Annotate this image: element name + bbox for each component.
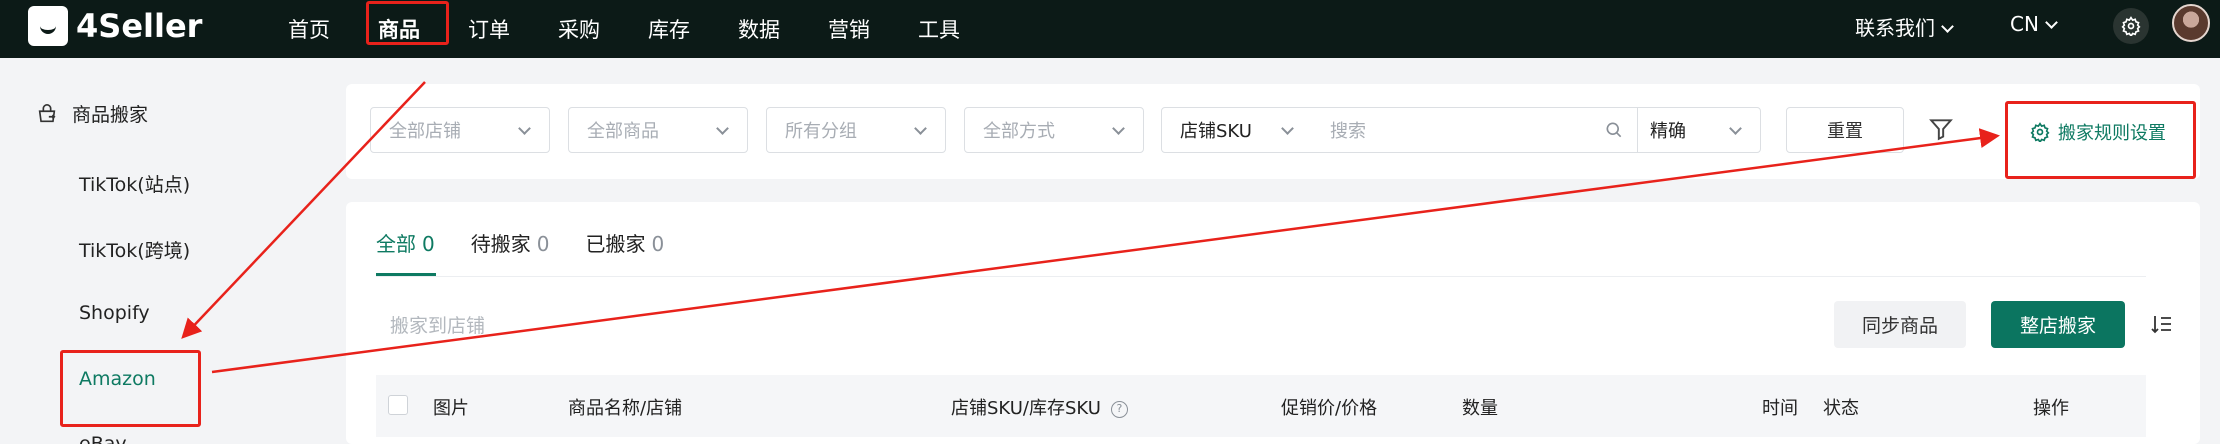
annotation-box-rule-settings (2005, 101, 2196, 179)
match-mode-select[interactable]: 精确 (1637, 107, 1761, 153)
top-nav: 4Seller 首页 商品 订单 采购 库存 数据 营销 工具 联系我们 CN (0, 0, 2220, 58)
store-filter-value: 全部店铺 (389, 121, 461, 142)
column-header-sku: 店铺SKU/库存SKU? (951, 394, 1128, 420)
logo-icon (28, 6, 68, 46)
column-header-quantity: 数量 (1462, 398, 1498, 419)
chevron-down-icon (716, 122, 729, 135)
brand-logo[interactable]: 4Seller (28, 6, 202, 46)
gear-icon (2121, 16, 2141, 36)
status-tabs: 全部 0 待搬家 0 已搬家 0 (376, 228, 700, 257)
column-header-price: 促销价/价格 (1281, 398, 1378, 419)
chevron-down-icon (1281, 122, 1294, 135)
contact-menu[interactable]: 联系我们 (1855, 12, 1954, 41)
sidebar-section-product-move[interactable]: 商品搬家 (36, 100, 148, 127)
brand-name: 4Seller (76, 7, 203, 45)
chevron-down-icon (2045, 16, 2058, 29)
search-input[interactable]: 搜索 (1312, 107, 1638, 153)
tab-all-label: 全部 (376, 232, 416, 256)
column-header-status: 状态 (1823, 398, 1859, 419)
tab-pending-count: 0 (536, 232, 550, 256)
chevron-down-icon (914, 122, 927, 135)
contact-label: 联系我们 (1855, 16, 1935, 40)
chevron-down-icon (518, 122, 531, 135)
chevron-down-icon (1112, 122, 1125, 135)
nav-item-data[interactable]: 数据 (738, 14, 780, 44)
column-settings-icon[interactable] (2150, 312, 2174, 336)
nav-item-tools[interactable]: 工具 (918, 14, 960, 44)
annotation-box-amazon (60, 350, 201, 427)
help-icon[interactable]: ? (1110, 401, 1128, 418)
method-filter-value: 全部方式 (983, 121, 1055, 142)
tab-moved-count: 0 (651, 232, 665, 256)
sidebar-item-tiktok-local[interactable]: TikTok(站点) (79, 170, 190, 197)
language-label: CN (2010, 12, 2039, 36)
search-icon[interactable] (1604, 120, 1624, 140)
avatar[interactable] (2172, 4, 2210, 42)
tab-pending-label: 待搬家 (470, 232, 531, 256)
move-products-icon (38, 103, 56, 122)
language-menu[interactable]: CN (2010, 12, 2058, 36)
filter-icon[interactable] (1928, 116, 1954, 142)
select-all-checkbox[interactable] (388, 395, 408, 415)
method-filter-select[interactable]: 全部方式 (964, 107, 1144, 153)
annotation-box-products-nav (366, 1, 449, 45)
match-mode-value: 精确 (1650, 121, 1686, 142)
sidebar-item-shopify[interactable]: Shopify (79, 302, 150, 324)
tab-all-count: 0 (422, 232, 435, 256)
store-filter-select[interactable]: 全部店铺 (370, 107, 550, 153)
product-filter-value: 全部商品 (587, 121, 659, 142)
sidebar-item-tiktok-cross[interactable]: TikTok(跨境) (79, 236, 190, 263)
nav-item-purchase[interactable]: 采购 (558, 14, 600, 44)
column-header-actions: 操作 (2033, 398, 2069, 419)
tab-pending[interactable]: 待搬家 0 (471, 228, 550, 257)
search-placeholder: 搜索 (1330, 121, 1366, 142)
group-filter-value: 所有分组 (785, 121, 857, 142)
sku-type-value: 店铺SKU (1180, 121, 1252, 142)
tab-all[interactable]: 全部 0 (376, 228, 435, 257)
column-header-time: 时间 (1762, 398, 1798, 419)
group-filter-select[interactable]: 所有分组 (766, 107, 946, 153)
move-target-store-select[interactable]: 搬家到店铺 (390, 311, 485, 338)
tab-moved[interactable]: 已搬家 0 (585, 228, 664, 257)
chevron-down-icon (1729, 122, 1742, 135)
tab-moved-label: 已搬家 (585, 232, 646, 256)
column-header-product-name: 商品名称/店铺 (568, 398, 683, 419)
sku-type-select[interactable]: 店铺SKU (1161, 107, 1313, 153)
chevron-down-icon (1941, 20, 1954, 33)
column-header-image: 图片 (433, 398, 469, 419)
nav-item-marketing[interactable]: 营销 (828, 14, 870, 44)
sidebar-section-label: 商品搬家 (72, 104, 149, 126)
nav-item-orders[interactable]: 订单 (468, 14, 510, 44)
sidebar-item-ebay[interactable]: eBay (79, 433, 127, 444)
reset-button[interactable]: 重置 (1786, 107, 1904, 153)
column-header-sku-label: 店铺SKU/库存SKU (951, 398, 1101, 419)
whole-store-move-button[interactable]: 整店搬家 (1991, 301, 2125, 348)
product-filter-select[interactable]: 全部商品 (568, 107, 748, 153)
sync-products-button[interactable]: 同步商品 (1834, 301, 1966, 348)
nav-item-inventory[interactable]: 库存 (648, 14, 690, 44)
tabs-divider (376, 276, 2146, 277)
nav-item-home[interactable]: 首页 (288, 14, 330, 44)
settings-button[interactable] (2113, 8, 2149, 44)
